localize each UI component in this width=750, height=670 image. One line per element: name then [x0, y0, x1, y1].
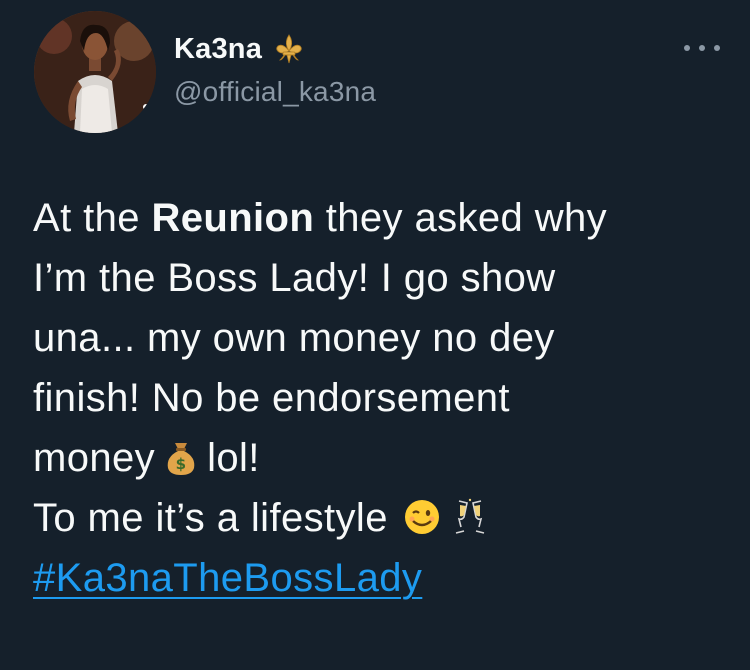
svg-text:$: $	[176, 455, 187, 473]
hashtag-link[interactable]: #Ka3naTheBossLady	[33, 556, 422, 600]
tweet-bold-word: Reunion	[151, 196, 315, 240]
tweet-text-segment: money	[33, 436, 156, 480]
profile-photo-icon	[34, 11, 156, 133]
tweet-card: Ka3na @official_ka3na At the Reunion the…	[0, 0, 750, 670]
tweet-text-segment: they asked why	[314, 196, 608, 240]
more-options-button[interactable]	[684, 36, 720, 60]
clinking-glasses-icon	[450, 494, 490, 534]
tweet-line-4: finish! No be endorsement	[33, 376, 510, 420]
more-options-icon-dot	[699, 45, 705, 51]
tweet-line-2: I’m the Boss Lady! I go show	[33, 256, 556, 300]
tweet-text: At the Reunion they asked why I’m the Bo…	[33, 188, 723, 608]
fleur-de-lis-icon	[272, 32, 306, 66]
display-name-row: Ka3na	[174, 30, 376, 68]
tweet-text-segment: To me it’s a lifestyle	[33, 496, 388, 540]
tweet-line-5: money $ lol!	[33, 428, 723, 488]
tweet-line-6: To me it’s a lifestyle	[33, 488, 723, 548]
tweet-text-segment: lol!	[207, 436, 260, 480]
handle[interactable]: @official_ka3na	[174, 76, 376, 108]
winking-face-icon	[402, 494, 442, 534]
more-options-icon-dot	[714, 45, 720, 51]
tweet-line-3: una... my own money no dey	[33, 316, 555, 360]
author-info: Ka3na @official_ka3na	[174, 30, 376, 108]
more-options-icon	[684, 45, 690, 51]
tweet-text-segment: At the	[33, 196, 152, 240]
money-bag-icon: $	[161, 434, 201, 475]
avatar[interactable]	[34, 11, 156, 133]
display-name[interactable]: Ka3na	[174, 33, 262, 66]
tweet-line-1: At the Reunion they asked why	[33, 188, 723, 248]
tweet-line-7: #Ka3naTheBossLady	[33, 548, 723, 608]
